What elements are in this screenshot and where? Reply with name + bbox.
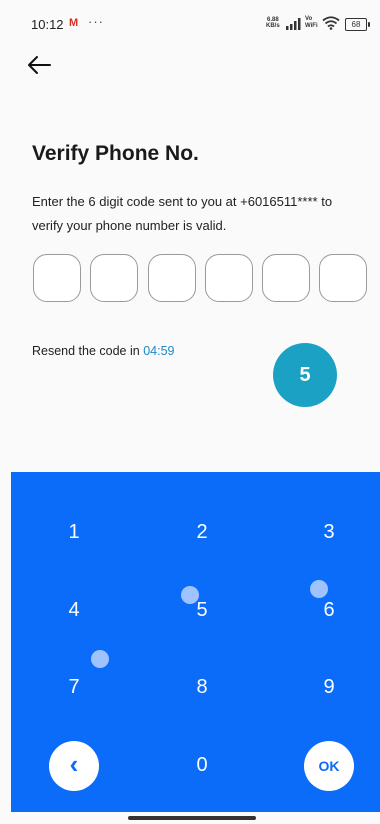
vowifi-top: Vo xyxy=(305,16,313,22)
status-bar: 10:12 M ··· 6.88 KB/s Vo WiFi 68 xyxy=(0,0,380,52)
signal-icon xyxy=(286,18,301,30)
screen: 10:12 M ··· 6.88 KB/s Vo WiFi 68 Verify … xyxy=(0,0,380,824)
otp-digit-6[interactable] xyxy=(319,254,367,302)
page-title: Verify Phone No. xyxy=(32,142,199,165)
key-9[interactable]: 9 xyxy=(309,676,349,699)
otp-digit-4[interactable] xyxy=(205,254,253,302)
battery-icon: 68 xyxy=(345,18,370,31)
otp-digit-2[interactable] xyxy=(90,254,138,302)
key-8[interactable]: 8 xyxy=(182,676,222,699)
vowifi-indicator: Vo WiFi xyxy=(305,16,318,30)
key-4[interactable]: 4 xyxy=(54,599,94,622)
key-6[interactable]: 6 xyxy=(309,599,349,622)
back-arrow-icon[interactable] xyxy=(26,53,52,77)
touch-indicator xyxy=(91,650,109,668)
home-indicator[interactable] xyxy=(128,816,256,820)
network-speed-unit: KB/s xyxy=(266,23,280,29)
otp-digit-1[interactable] xyxy=(33,254,81,302)
instruction-text: Enter the 6 digit code sent to you at +6… xyxy=(32,194,333,233)
status-time: 10:12 xyxy=(31,17,64,32)
resend-countdown: 04:59 xyxy=(143,344,175,358)
key-1[interactable]: 1 xyxy=(54,521,94,544)
otp-digit-5[interactable] xyxy=(262,254,310,302)
ok-button[interactable]: OK xyxy=(304,741,354,791)
network-speed: 6.88 KB/s xyxy=(266,17,280,29)
resend-label: Resend the code in xyxy=(32,344,140,358)
gmail-notification-icon: M xyxy=(69,17,79,29)
touch-indicator xyxy=(310,580,328,598)
resend-timer-text: Resend the code in 04:59 xyxy=(32,344,174,358)
otp-digit-3[interactable] xyxy=(148,254,196,302)
key-2[interactable]: 2 xyxy=(182,521,222,544)
vowifi-bottom: WiFi xyxy=(305,23,318,29)
wifi-icon xyxy=(322,16,340,30)
numeric-keypad: 1 2 3 4 5 6 7 8 9 ‹ 0 OK xyxy=(11,472,380,812)
keypad-back-button[interactable]: ‹ xyxy=(49,741,99,791)
more-notifications-icon: ··· xyxy=(88,14,104,29)
touch-indicator xyxy=(181,586,199,604)
key-0[interactable]: 0 xyxy=(182,754,222,777)
key-3[interactable]: 3 xyxy=(309,521,349,544)
step-badge: 5 xyxy=(273,343,337,407)
key-7[interactable]: 7 xyxy=(54,676,94,699)
